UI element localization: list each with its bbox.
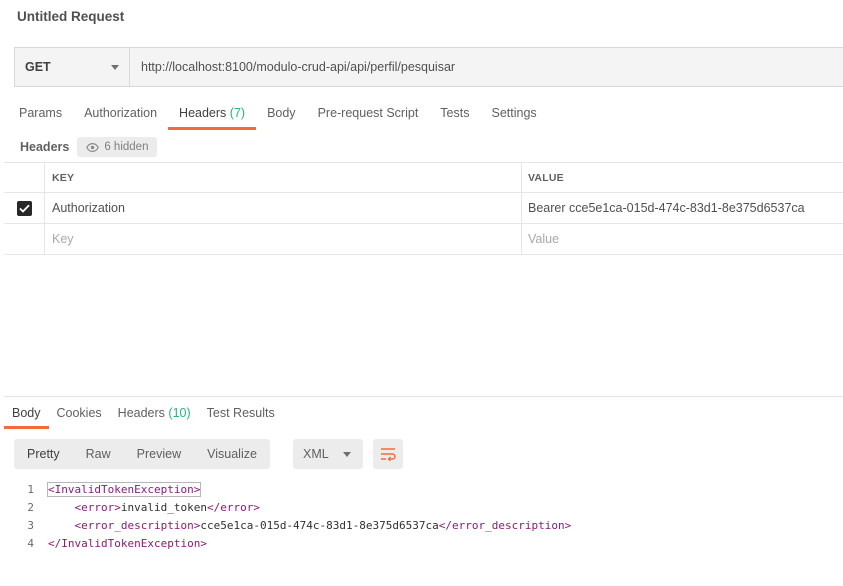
table-row: Authorization Bearer cce5e1ca-015d-474c-…	[4, 193, 843, 224]
header-check-column	[4, 163, 45, 192]
line-number: 4	[27, 536, 34, 550]
xml-open-tag: <error_description>	[74, 518, 201, 532]
xml-open-tag: <error>	[74, 500, 121, 514]
tab-headers-label: Headers	[179, 106, 227, 120]
code-line: 1 <InvalidTokenException>	[14, 480, 571, 498]
response-tab-headers[interactable]: Headers (10)	[110, 400, 199, 429]
line-number: 2	[27, 500, 34, 514]
response-tab-test-results[interactable]: Test Results	[199, 400, 283, 429]
url-input[interactable]	[130, 48, 843, 86]
chevron-down-icon	[343, 451, 351, 457]
response-body-editor[interactable]: 1 <InvalidTokenException> 2 <error>inval…	[14, 480, 571, 552]
headers-section-label: Headers	[20, 140, 70, 154]
tab-headers-count: (7)	[229, 106, 246, 120]
response-headers-count: (10)	[168, 406, 191, 420]
header-value-text: Bearer cce5e1ca-015d-474c-83d1-8e375d653…	[528, 201, 805, 215]
request-title[interactable]: Untitled Request	[17, 9, 124, 24]
value-placeholder: Value	[528, 232, 560, 246]
response-tab-cookies[interactable]: Cookies	[49, 400, 110, 429]
headers-table: KEY VALUE Authorization Bearer cce5e1ca-…	[4, 162, 843, 255]
code-line: 4 </InvalidTokenException>	[14, 534, 571, 552]
response-divider[interactable]	[4, 396, 843, 397]
response-headers-label: Headers	[117, 406, 165, 420]
line-number: 3	[27, 518, 34, 532]
code-text: <error_description>cce5e1ca-015d-474c-83…	[48, 518, 572, 532]
format-toggle-group: Pretty Raw Preview Visualize	[14, 439, 270, 469]
tab-pre-request-script[interactable]: Pre-request Script	[307, 99, 430, 130]
new-value-input[interactable]: Value	[522, 224, 843, 254]
tab-headers[interactable]: Headers (7)	[168, 99, 257, 130]
code-text: <InvalidTokenException>	[46, 481, 202, 497]
wrap-lines-icon	[381, 448, 396, 461]
new-key-input[interactable]: Key	[45, 224, 522, 254]
header-key-text: Authorization	[52, 201, 125, 215]
xml-open-tag: <InvalidTokenException>	[46, 481, 202, 497]
row-check-cell	[4, 193, 45, 223]
wrap-lines-button[interactable]	[373, 439, 403, 469]
code-text: <error>invalid_token</error>	[48, 501, 260, 514]
chevron-down-icon	[111, 64, 119, 70]
tab-authorization[interactable]: Authorization	[73, 99, 168, 130]
format-raw-button[interactable]: Raw	[73, 439, 124, 469]
headers-subheader: Headers 6 hidden	[20, 137, 158, 157]
xml-close-tag: </error>	[206, 500, 260, 514]
column-header-key: KEY	[45, 163, 522, 192]
tab-body[interactable]: Body	[256, 99, 307, 130]
xml-close-tag: </error_description>	[438, 518, 572, 532]
tab-params[interactable]: Params	[8, 99, 73, 130]
code-line: 3 <error_description>cce5e1ca-015d-474c-…	[14, 516, 571, 534]
language-select[interactable]: XML	[293, 439, 363, 469]
check-icon	[18, 204, 30, 213]
row-check-cell-empty	[4, 224, 45, 254]
hidden-headers-toggle[interactable]: 6 hidden	[77, 137, 158, 157]
format-visualize-button[interactable]: Visualize	[194, 439, 270, 469]
header-key-cell[interactable]: Authorization	[45, 193, 522, 223]
code-line: 2 <error>invalid_token</error>	[14, 498, 571, 516]
eye-icon	[86, 142, 100, 152]
request-tabs: Params Authorization Headers (7) Body Pr…	[8, 99, 548, 130]
response-tab-body[interactable]: Body	[4, 400, 49, 429]
column-header-value: VALUE	[528, 171, 564, 184]
hidden-headers-count: 6 hidden	[104, 141, 149, 153]
method-label: GET	[25, 60, 51, 74]
response-tabs: Body Cookies Headers (10) Test Results	[4, 400, 283, 429]
tab-settings[interactable]: Settings	[480, 99, 547, 130]
tab-tests[interactable]: Tests	[429, 99, 480, 130]
code-text: </InvalidTokenException>	[48, 537, 207, 550]
key-placeholder: Key	[52, 232, 74, 246]
line-number: 1	[27, 482, 34, 496]
table-row-new: Key Value	[4, 224, 843, 255]
language-label: XML	[303, 447, 329, 461]
xml-text: cce5e1ca-015d-474c-83d1-8e375d6537ca	[200, 518, 439, 532]
xml-open-tag: </InvalidTokenException>	[48, 536, 207, 550]
url-bar: GET	[14, 47, 843, 87]
table-header-row: KEY VALUE	[4, 162, 843, 193]
format-pretty-button[interactable]: Pretty	[14, 439, 73, 469]
format-preview-button[interactable]: Preview	[124, 439, 194, 469]
method-select[interactable]: GET	[15, 48, 130, 86]
header-value-cell[interactable]: Bearer cce5e1ca-015d-474c-83d1-8e375d653…	[522, 193, 843, 223]
header-enabled-checkbox[interactable]	[16, 200, 32, 216]
xml-text: invalid_token	[120, 500, 207, 514]
